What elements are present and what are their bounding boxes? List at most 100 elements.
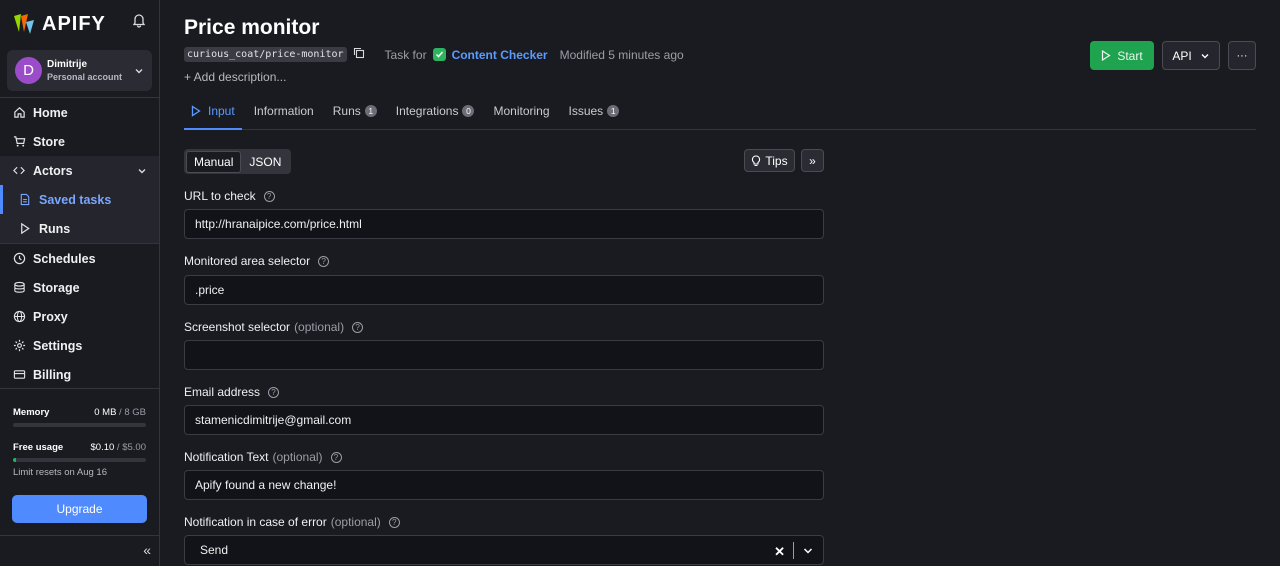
upgrade-button[interactable]: Upgrade [12,495,147,523]
play-icon [18,222,32,236]
account-type: Personal account [47,72,123,82]
expand-panel-button[interactable]: » [801,149,824,172]
field-label-text: Email address [184,385,261,399]
tips-label: Tips [765,153,788,168]
start-button[interactable]: Start [1090,41,1154,70]
bell-icon[interactable] [131,12,147,28]
tab-label: Integrations [395,103,459,118]
account-switcher[interactable]: D Dimitrije Personal account [7,50,152,91]
sidebar-item-settings[interactable]: Settings [0,331,159,360]
sidebar-item-label: Saved tasks [39,192,112,207]
task-for-label: Task for [384,47,427,62]
sidebar-item-label: Runs [39,221,71,236]
sidebar-item-store[interactable]: Store [0,127,159,156]
screenshot-field-label: Screenshot selector (optional) ? [184,320,364,334]
page-title: Price monitor [184,16,320,39]
help-icon[interactable]: ? [263,190,275,202]
chevron-down-icon [134,64,144,79]
email-field[interactable]: stamenicdimitrije@gmail.com [184,405,824,435]
chevron-down-icon[interactable] [802,545,814,560]
api-label: API [1172,48,1192,63]
screenshot-selector-input[interactable] [184,340,824,370]
help-icon[interactable]: ? [330,451,342,463]
actor-link[interactable]: Content Checker [452,48,548,62]
task-meta: curious_coat/price-monitor Task for Cont… [184,47,684,62]
modified-text: Modified 5 minutes ago [559,47,684,62]
sidebar-item-billing[interactable]: Billing [0,360,159,389]
field-label-text: Notification in case of error [184,515,327,529]
memory-bar [13,423,146,427]
area-selector-input[interactable]: .price [184,275,824,305]
sidebar: APIFY D Dimitrije Personal account Home … [0,0,160,566]
sidebar-item-label: Home [33,105,68,120]
sidebar-nav: Home Store Actors Saved tasks Runs Sched… [0,97,159,389]
sidebar-item-label: Store [33,134,65,149]
tab-issues[interactable]: Issues 1 [562,92,627,129]
home-icon [12,106,26,120]
add-description-link[interactable]: + Add description... [184,70,286,84]
notification-text-input[interactable]: Apify found a new change! [184,470,824,500]
apify-logo-icon [12,12,36,36]
tab-information[interactable]: Information [247,92,321,129]
free-usage-bar-fill [13,458,16,462]
main-content: Price monitor curious_coat/price-monitor… [160,0,1280,566]
sidebar-item-label: Proxy [33,309,68,324]
sidebar-item-actors[interactable]: Actors [0,156,159,185]
url-field-label: URL to check ? [184,189,275,203]
clear-icon[interactable]: ✕ [774,544,785,560]
memory-label: Memory [13,407,50,418]
url-input[interactable]: http://hranaipice.com/price.html [184,209,824,239]
tips-button[interactable]: Tips [744,149,795,172]
database-icon [12,281,26,295]
tab-label: Issues [568,103,604,118]
sidebar-item-runs[interactable]: Runs [0,214,159,243]
api-button[interactable]: API [1162,41,1220,70]
chevron-down-icon [1200,51,1210,61]
sidebar-item-storage[interactable]: Storage [0,273,159,302]
tab-count-badge: 1 [364,104,377,117]
play-icon [1101,50,1111,61]
copy-icon[interactable] [353,47,365,62]
play-icon [191,104,201,117]
input-mode-switch: Manual JSON [184,149,292,174]
avatar: D [15,57,42,84]
tab-monitoring[interactable]: Monitoring [486,92,556,129]
help-icon[interactable]: ? [352,321,364,333]
json-mode-button[interactable]: JSON [241,151,289,173]
sidebar-item-label: Schedules [33,251,96,266]
sidebar-item-label: Storage [33,280,80,295]
tab-label: Input [208,103,235,118]
limit-reset-text: Limit resets on Aug 16 [13,467,107,478]
more-options-button[interactable]: ··· [1228,41,1256,70]
sidebar-item-saved-tasks[interactable]: Saved tasks [0,185,159,214]
error-field-label: Notification in case of error (optional)… [184,515,400,529]
field-label-text: Screenshot selector [184,320,291,334]
email-field-label: Email address ? [184,385,280,399]
sidebar-item-home[interactable]: Home [0,98,159,127]
manual-mode-button[interactable]: Manual [186,150,242,173]
check-badge-icon [432,48,446,61]
error-notification-select[interactable]: Send ✕ [184,535,824,565]
tab-input[interactable]: Input [184,92,242,130]
notification-field-label: Notification Text (optional) ? [184,450,342,464]
help-icon[interactable]: ? [268,386,280,398]
field-label-text: URL to check [184,189,256,203]
sidebar-item-proxy[interactable]: Proxy [0,302,159,331]
tab-runs[interactable]: Runs 1 [326,92,384,129]
account-name: Dimitrije [47,59,88,70]
gear-icon [12,339,26,353]
help-icon[interactable]: ? [318,255,330,267]
tab-count-badge: 1 [607,104,620,117]
optional-tag: (optional) [294,320,345,334]
collapse-sidebar-button[interactable]: « [0,535,159,566]
sidebar-item-schedules[interactable]: Schedules [0,244,159,273]
code-icon [12,164,26,178]
sidebar-item-label: Settings [33,338,83,353]
memory-total: / 8 GB [116,407,146,418]
help-icon[interactable]: ? [388,516,400,528]
tab-integrations[interactable]: Integrations 0 [389,92,482,129]
select-value: Send [200,543,229,557]
free-usage-label: Free usage [13,442,64,453]
memory-used: 0 MB [94,407,117,418]
optional-tag: (optional) [272,450,323,464]
